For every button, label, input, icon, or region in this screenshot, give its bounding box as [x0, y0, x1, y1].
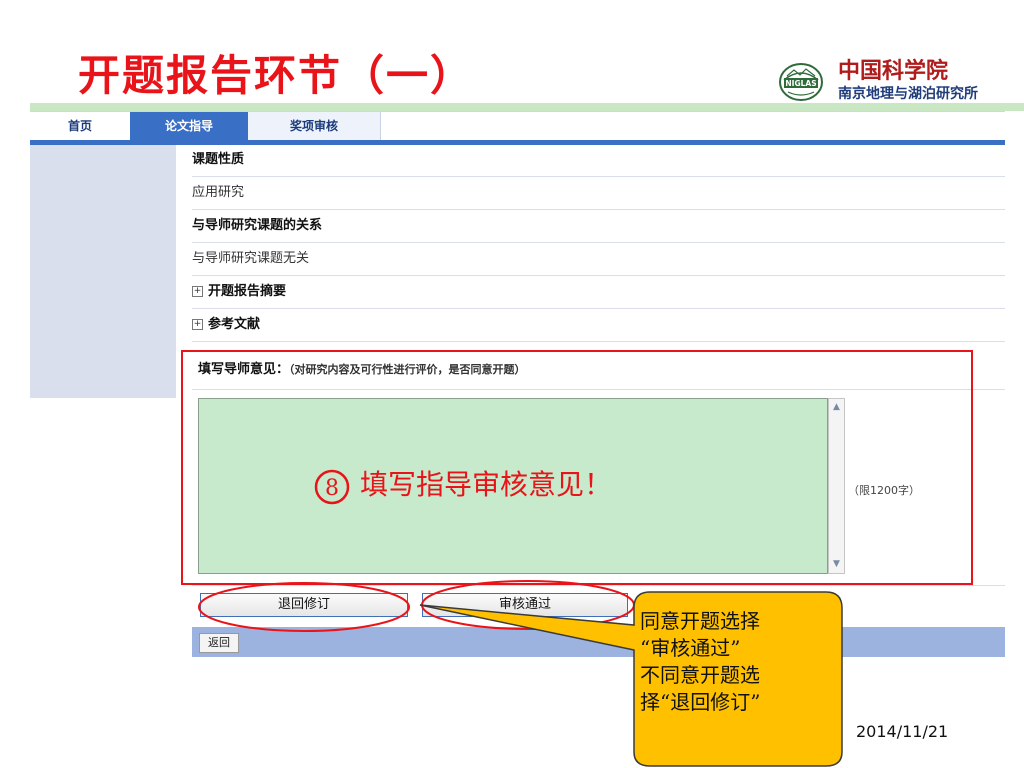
callout-line: 择“退回修订”: [640, 690, 761, 714]
callout-line: 同意开题选择: [640, 609, 760, 633]
slide-date: 2014/11/21: [856, 722, 949, 741]
annotation-overlay: [198, 580, 843, 767]
callout-line: “审核通过”: [640, 636, 741, 660]
callout-line: 不同意开题选: [640, 663, 760, 687]
reject-highlight-ellipse: [198, 582, 410, 632]
callout-text: 同意开题选择 “审核通过” 不同意开题选 择“退回修订”: [640, 608, 840, 716]
